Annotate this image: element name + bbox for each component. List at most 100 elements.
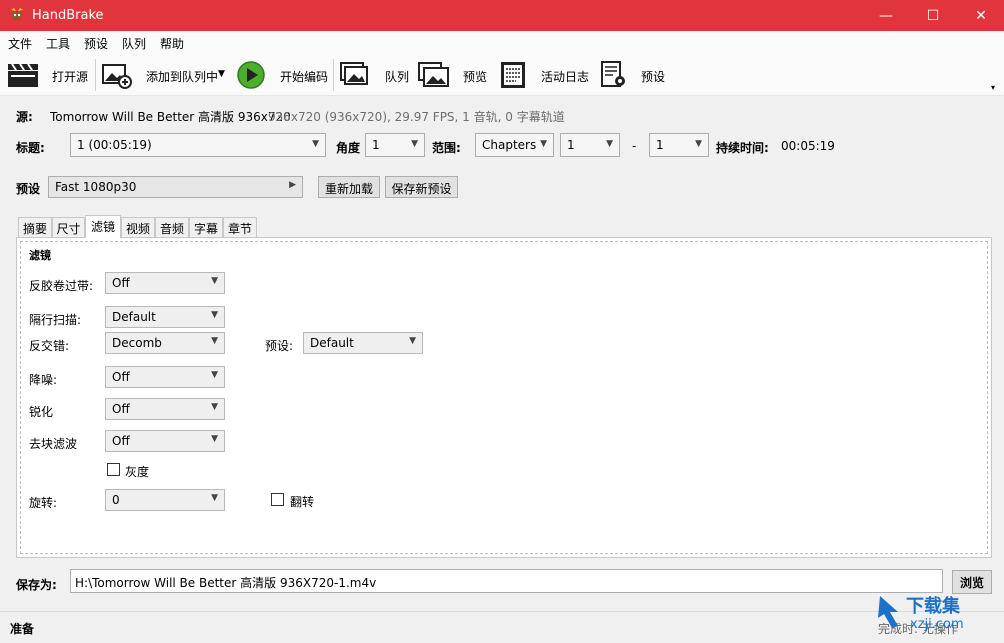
deblock-value: Off	[112, 434, 130, 448]
close-icon: ✕	[975, 7, 987, 24]
title-label: 标题:	[16, 141, 45, 155]
duration-label: 持续时间:	[716, 141, 769, 155]
menu-file[interactable]: 文件	[8, 35, 32, 52]
activity-log-button[interactable]: 活动日志	[541, 68, 589, 85]
chevron-down-icon: ▼	[211, 493, 218, 503]
tab-summary[interactable]: 摘要	[18, 217, 52, 237]
chevron-down-icon: ▼	[211, 434, 218, 444]
deblock-select[interactable]: Off ▼	[105, 430, 225, 452]
title-bar: HandBrake — ☐ ✕	[0, 0, 1004, 31]
deinterlace-value: Decomb	[112, 336, 162, 350]
start-encode-button[interactable]: 开始编码	[280, 68, 328, 85]
detelecine-select[interactable]: Off ▼	[105, 272, 225, 294]
flip-checkbox[interactable]	[271, 493, 284, 506]
window-title: HandBrake	[32, 8, 104, 23]
denoise-select[interactable]: Off ▼	[105, 366, 225, 388]
menu-queue[interactable]: 队列	[122, 35, 146, 52]
deinterlace-select[interactable]: Decomb ▼	[105, 332, 225, 354]
range-end-value: 1	[656, 138, 664, 152]
presets-button[interactable]: 预设	[641, 68, 665, 85]
range-end-select[interactable]: 1 ▼	[649, 133, 709, 157]
deinterlace-preset-select[interactable]: Default ▼	[303, 332, 423, 354]
filters-heading: 滤镜	[29, 249, 51, 262]
toolbar-separator	[333, 59, 334, 91]
save-as-label: 保存为:	[16, 578, 57, 592]
range-start-select[interactable]: 1 ▼	[560, 133, 620, 157]
deinterlace-preset-value: Default	[310, 336, 354, 350]
detelecine-value: Off	[112, 276, 130, 290]
range-start-value: 1	[567, 138, 575, 152]
rotate-select[interactable]: 0 ▼	[105, 489, 225, 511]
play-icon[interactable]	[236, 60, 266, 90]
sharpen-value: Off	[112, 402, 130, 416]
activity-log-icon[interactable]	[497, 61, 529, 89]
queue-button[interactable]: 队列	[385, 68, 409, 85]
denoise-label: 降噪:	[29, 373, 58, 387]
save-new-preset-button[interactable]: 保存新预设	[385, 176, 458, 198]
chevron-down-icon: ▼	[411, 139, 418, 149]
tab-filters[interactable]: 滤镜	[85, 215, 121, 238]
maximize-button[interactable]: ☐	[910, 0, 956, 31]
sharpen-select[interactable]: Off ▼	[105, 398, 225, 420]
status-text: 准备	[10, 622, 35, 636]
minimize-icon: —	[879, 7, 893, 24]
minimize-button[interactable]: —	[863, 0, 909, 31]
watermark-text: 下载集	[906, 595, 961, 617]
browse-button[interactable]: 浏览	[952, 570, 992, 594]
menu-tools[interactable]: 工具	[46, 35, 70, 52]
flip-label: 翻转	[290, 495, 315, 509]
menu-bar: 文件 工具 预设 队列 帮助	[0, 31, 1004, 53]
grayscale-checkbox[interactable]	[107, 463, 120, 476]
tab-subtitles[interactable]: 字幕	[189, 217, 223, 237]
tab-video[interactable]: 视频	[121, 217, 155, 237]
status-bar: 准备 完成时: 无操作	[0, 611, 1004, 643]
preset-select[interactable]: Fast 1080p30 ▶	[48, 176, 303, 198]
deblock-label: 去块滤波	[29, 437, 78, 451]
watermark: 下载集 xzji.com	[876, 592, 996, 637]
save-path-input[interactable]: H:\Tomorrow Will Be Better 高清版 936X720-1…	[70, 569, 943, 593]
chevron-down-icon: ▼	[312, 139, 319, 149]
deinterlace-label: 反交错:	[29, 339, 70, 353]
toolbar-overflow-icon[interactable]: ▾	[991, 83, 995, 92]
add-to-queue-icon[interactable]	[101, 61, 133, 89]
rotate-label: 旋转:	[29, 496, 58, 510]
interlace-detection-label: 隔行扫描:	[29, 313, 82, 327]
clapperboard-icon[interactable]	[7, 61, 39, 89]
source-info: 936x720 (936x720), 29.97 FPS, 1 音轨, 0 字幕…	[268, 110, 565, 124]
title-select-value: 1 (00:05:19)	[77, 138, 152, 152]
tab-chapters[interactable]: 章节	[223, 217, 257, 237]
interlace-detection-select[interactable]: Default ▼	[105, 306, 225, 328]
open-source-button[interactable]: 打开源	[52, 68, 88, 85]
preset-select-value: Fast 1080p30	[55, 180, 137, 194]
menu-help[interactable]: 帮助	[160, 35, 184, 52]
toolbar: 打开源 添加到队列中 ▼ 开始编码 队列 预览 活动日志 预设 ▾	[0, 53, 1004, 96]
chevron-down-icon: ▼	[695, 139, 702, 149]
preview-button[interactable]: 预览	[463, 68, 487, 85]
menu-presets[interactable]: 预设	[84, 35, 108, 52]
queue-icon[interactable]	[340, 61, 372, 89]
add-to-queue-button[interactable]: 添加到队列中	[146, 68, 218, 85]
close-button[interactable]: ✕	[958, 0, 1004, 31]
rotate-value: 0	[112, 493, 120, 507]
angle-select[interactable]: 1 ▼	[365, 133, 425, 157]
angle-label: 角度	[336, 141, 361, 155]
download-arrow-icon: 下载集 xzji.com	[878, 595, 964, 632]
source-name: Tomorrow Will Be Better 高清版 936x720	[50, 110, 291, 124]
denoise-value: Off	[112, 370, 130, 384]
grayscale-label: 灰度	[125, 465, 150, 479]
angle-select-value: 1	[372, 138, 380, 152]
title-select[interactable]: 1 (00:05:19) ▼	[70, 133, 326, 157]
maximize-icon: ☐	[926, 7, 940, 24]
handbrake-logo-icon	[11, 8, 23, 20]
detelecine-label: 反胶卷过带:	[29, 279, 94, 293]
interlace-detection-value: Default	[112, 310, 156, 324]
reload-preset-button[interactable]: 重新加载	[318, 176, 380, 198]
chevron-down-icon[interactable]: ▼	[218, 69, 225, 79]
tab-dimensions[interactable]: 尺寸	[52, 217, 85, 237]
tab-audio[interactable]: 音频	[155, 217, 189, 237]
sharpen-label: 锐化	[29, 405, 54, 419]
presets-icon[interactable]	[598, 61, 630, 89]
preview-icon[interactable]	[418, 61, 450, 89]
preset-label: 预设	[16, 182, 41, 196]
range-type-select[interactable]: Chapters ▼	[475, 133, 554, 157]
